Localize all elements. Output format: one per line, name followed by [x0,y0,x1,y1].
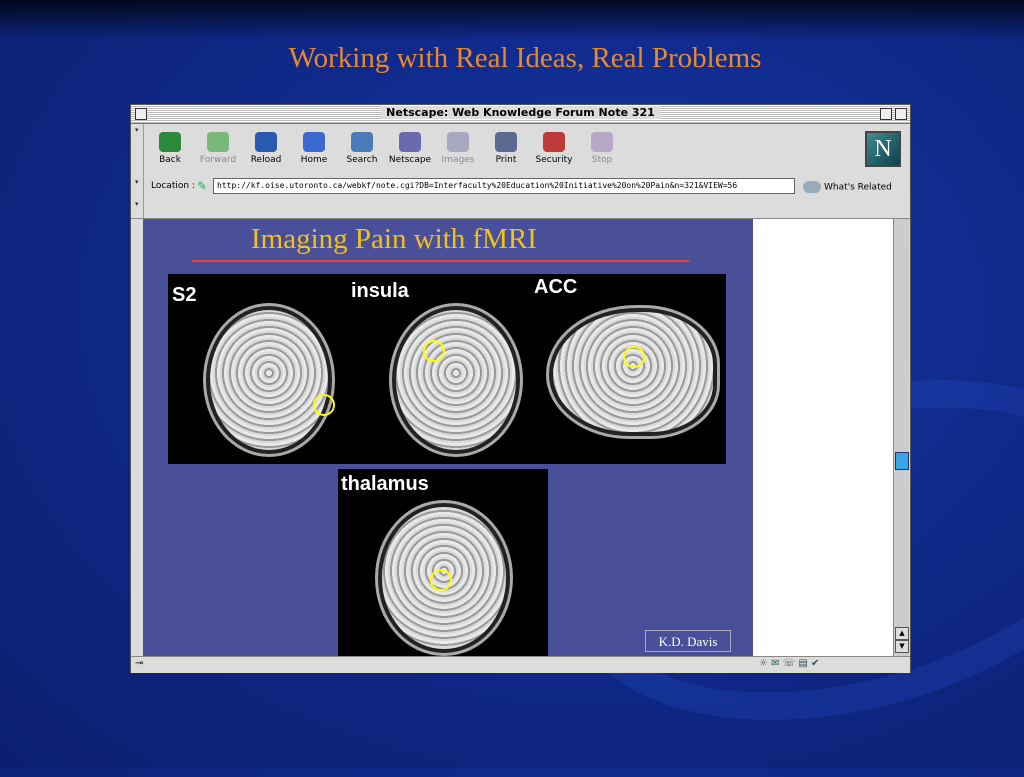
print-button[interactable]: Print [483,132,529,165]
slide-title: Working with Real Ideas, Real Problems [288,42,762,74]
button-label: Back [159,155,181,165]
images-button[interactable]: Images [435,132,481,165]
title-bar[interactable]: Netscape: Web Knowledge Forum Note 321 [131,105,910,124]
padlock-icon [543,132,565,152]
button-label: Forward [199,155,237,165]
url-input[interactable]: http://kf.oise.utoronto.ca/webkf/note.cg… [213,178,795,194]
home-icon [303,132,325,152]
marker-insula [423,340,445,362]
home-button[interactable]: Home [291,132,337,165]
brain-scan-s2 [210,310,328,450]
personal-grip[interactable]: ▾ [133,198,144,218]
status-bar: ⊸ ☼ ✉ ☏ ▤ ✔ [131,656,910,673]
print-icon [495,132,517,152]
back-arrow-icon [159,132,181,152]
label-acc: ACC [534,276,578,298]
window-title: Netscape: Web Knowledge Forum Note 321 [380,106,661,119]
button-label: Reload [250,155,282,165]
location-bar: ▾ Location : ✎ http://kf.oise.utoronto.c… [131,176,910,199]
toolbar-grip[interactable]: ▾ [133,124,144,176]
stop-button[interactable]: Stop [579,132,625,165]
top-band [0,0,1024,40]
search-icon [351,132,373,152]
button-label: Search [346,155,378,165]
slide-heading: Imaging Pain with fMRI [251,223,537,255]
button-label: Netscape [388,155,432,165]
component-bar-icons[interactable]: ☼ ✉ ☏ ▤ ✔ [759,658,819,669]
back-button[interactable]: Back [147,132,193,165]
scroll-down-arrow[interactable]: ▼ [895,640,909,653]
brain-scan-insula [396,310,516,450]
credit-box: K.D. Davis [645,630,731,652]
reload-icon [255,132,277,152]
marker-thalamus [430,569,452,591]
location-grip[interactable]: ▾ [133,176,144,198]
brain-scan-acc [553,312,713,432]
heading-rule [192,260,689,262]
button-label: Images [441,155,475,165]
vertical-scrollbar[interactable]: ▲ ▼ [893,219,909,656]
button-label: Security [535,155,573,165]
netscape-logo[interactable]: N [865,131,901,167]
zoom-box[interactable] [880,108,892,120]
browser-window: Netscape: Web Knowledge Forum Note 321 ▾… [130,104,911,673]
whats-related-label: What's Related [824,182,892,193]
close-box[interactable] [135,108,147,120]
label-thalamus: thalamus [341,473,429,495]
fmri-slide-image: Imaging Pain with fMRI S2 insula ACC tha… [143,219,753,656]
button-label: Print [495,155,517,165]
label-insula: insula [351,280,409,302]
brain-panel-top: S2 insula ACC [168,274,726,464]
label-s2: S2 [172,284,197,306]
brain-panel-bottom: thalamus [338,469,548,656]
page-content: Imaging Pain with fMRI S2 insula ACC tha… [143,219,893,656]
images-icon [447,132,469,152]
page-proxy-icon[interactable]: ✎ [197,179,207,193]
netscape-button[interactable]: Netscape [387,132,433,165]
personal-toolbar: ▾ [131,198,910,219]
search-button[interactable]: Search [339,132,385,165]
button-label: Stop [591,155,613,165]
navigation-toolbar: ▾ Back Forward Reload Home Search Netscape Ima… [131,124,910,177]
marker-acc [623,346,645,368]
collapse-box[interactable] [895,108,907,120]
security-status-icon[interactable]: ⊸ [135,658,143,669]
scroll-thumb[interactable] [895,452,909,470]
button-label: Home [300,155,328,165]
stop-icon [591,132,613,152]
forward-button[interactable]: Forward [195,132,241,165]
whats-related-button[interactable]: What's Related [803,181,892,193]
scroll-up-arrow[interactable]: ▲ [895,627,909,640]
related-icon [803,181,821,193]
security-button[interactable]: Security [531,132,577,165]
marker-s2 [313,394,335,416]
my-netscape-icon [399,132,421,152]
reload-button[interactable]: Reload [243,132,289,165]
location-label: Location : [151,181,195,191]
forward-arrow-icon [207,132,229,152]
